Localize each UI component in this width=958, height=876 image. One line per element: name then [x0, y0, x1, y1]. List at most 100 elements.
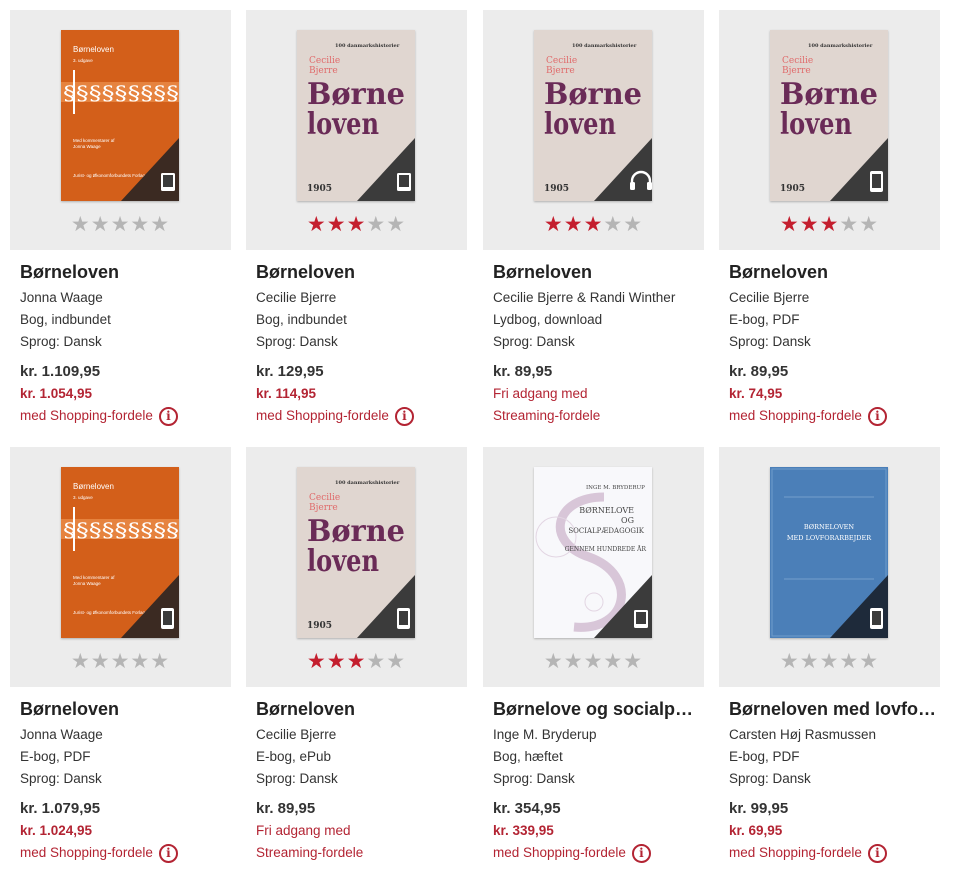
- member-price: kr. 339,95: [493, 823, 554, 838]
- product-title[interactable]: Børneloven: [729, 260, 940, 284]
- star-icon: ★: [799, 213, 820, 236]
- book-cover[interactable]: 100 danmarkshistorier Cecilie Bjerre Bør…: [297, 30, 415, 201]
- info-icon[interactable]: i: [158, 406, 178, 426]
- star-icon: ★: [603, 650, 624, 673]
- svg-text:GENNEM HUNDREDE ÅR: GENNEM HUNDREDE ÅR: [565, 545, 647, 553]
- benefit-text: med Shopping-fordele: [493, 845, 626, 860]
- product-info: Børneloven med lovfo… Carsten Høj Rasmus…: [729, 697, 940, 864]
- rating-stars: ★★★★★: [483, 213, 704, 237]
- book-icon: [397, 173, 411, 191]
- book-icon: [161, 173, 175, 191]
- book-cover[interactable]: 100 danmarkshistorier Cecilie Bjerre Bør…: [770, 30, 888, 201]
- star-icon: ★: [819, 213, 840, 236]
- product-price: kr. 354,95: [493, 800, 561, 817]
- product-author[interactable]: Jonna Waage: [20, 724, 231, 746]
- shopping-benefit-link[interactable]: med Shopping-fordele i: [729, 842, 940, 864]
- product-image-area[interactable]: INGE M. BRYDERUP BØRNELOVE OG SOCIALPÆDA…: [483, 447, 704, 687]
- shopping-benefit-link[interactable]: med Shopping-fordele i: [20, 405, 231, 427]
- product-image-area[interactable]: BØRNELOVEN MED LOVFORARBEJDER ★★★★★: [719, 447, 940, 687]
- product-image-area[interactable]: Børneloven 3. udgave §§§§§§§§§ Med komme…: [10, 447, 231, 687]
- benefit-text: med Shopping-fordele: [20, 845, 153, 860]
- svg-text:Bjerre: Bjerre: [309, 503, 338, 513]
- svg-text:Med kommentarer af: Med kommentarer af: [73, 138, 115, 143]
- info-icon[interactable]: i: [394, 406, 414, 426]
- svg-text:loven: loven: [307, 107, 379, 142]
- product-language: Sprog: Dansk: [20, 334, 102, 349]
- product-author[interactable]: Cecilie Bjerre: [729, 287, 940, 309]
- product-card[interactable]: 100 danmarkshistorier Cecilie Bjerre Bør…: [719, 10, 940, 440]
- star-icon: ★: [859, 213, 880, 236]
- shopping-benefit-link[interactable]: med Shopping-fordele i: [20, 842, 231, 864]
- star-icon: ★: [366, 650, 387, 673]
- streaming-benefit-link[interactable]: Streaming-fordele: [493, 405, 704, 427]
- rating-stars: ★★★★★: [10, 213, 231, 237]
- shopping-benefit-link[interactable]: med Shopping-fordele i: [256, 405, 467, 427]
- svg-text:SOCIALPÆDAGOGIK: SOCIALPÆDAGOGIK: [568, 527, 644, 535]
- product-author[interactable]: Cecilie Bjerre: [256, 287, 467, 309]
- product-card[interactable]: Børneloven 3. udgave §§§§§§§§§ Med komme…: [10, 447, 231, 876]
- star-icon: ★: [819, 650, 840, 673]
- product-card[interactable]: INGE M. BRYDERUP BØRNELOVE OG SOCIALPÆDA…: [483, 447, 704, 876]
- product-title[interactable]: Børneloven: [256, 260, 467, 284]
- product-image-area[interactable]: 100 danmarkshistorier Cecilie Bjerre Bør…: [246, 10, 467, 250]
- shopping-benefit-link[interactable]: med Shopping-fordele i: [729, 405, 940, 427]
- star-icon: ★: [839, 213, 860, 236]
- product-image-area[interactable]: Børneloven 3. udgave §§§§§§§§§ Med komme…: [10, 10, 231, 250]
- product-image-area[interactable]: 100 danmarkshistorier Cecilie Bjerre Bør…: [246, 447, 467, 687]
- info-icon[interactable]: i: [631, 843, 651, 863]
- star-icon: ★: [346, 213, 367, 236]
- product-info: Børnelove og socialp… Inge M. Bryderup B…: [493, 697, 704, 864]
- book-cover[interactable]: Børneloven 3. udgave §§§§§§§§§ Med komme…: [61, 30, 179, 201]
- info-icon[interactable]: i: [158, 843, 178, 863]
- product-author[interactable]: Jonna Waage: [20, 287, 231, 309]
- svg-text:Jonna Waage: Jonna Waage: [73, 581, 101, 586]
- book-cover[interactable]: 100 danmarkshistorier Cecilie Bjerre Bør…: [534, 30, 652, 201]
- star-icon: ★: [623, 213, 644, 236]
- product-info: Børneloven Jonna Waage Bog, indbundet Sp…: [20, 260, 231, 427]
- product-author[interactable]: Inge M. Bryderup: [493, 724, 704, 746]
- product-card[interactable]: 100 danmarkshistorier Cecilie Bjerre Bør…: [246, 10, 467, 440]
- benefit-text: med Shopping-fordele: [729, 408, 862, 423]
- product-format: Bog, hæftet: [493, 749, 563, 764]
- product-title[interactable]: Børneloven: [20, 697, 231, 721]
- svg-text:Jurist- og Økonomforbundets Fo: Jurist- og Økonomforbundets Forlag: [73, 610, 146, 615]
- product-card[interactable]: Børneloven 3. udgave §§§§§§§§§ Med komme…: [10, 10, 231, 440]
- product-image-area[interactable]: 100 danmarkshistorier Cecilie Bjerre Bør…: [483, 10, 704, 250]
- product-author[interactable]: Carsten Høj Rasmussen: [729, 724, 940, 746]
- product-card[interactable]: BØRNELOVEN MED LOVFORARBEJDER ★★★★★ Børn…: [719, 447, 940, 876]
- star-icon: ★: [543, 650, 564, 673]
- book-cover[interactable]: Børneloven 3. udgave §§§§§§§§§ Med komme…: [61, 467, 179, 638]
- svg-text:Cecilie: Cecilie: [546, 56, 577, 66]
- svg-text:Bjerre: Bjerre: [546, 66, 575, 76]
- svg-text:BØRNELOVE: BØRNELOVE: [579, 506, 634, 515]
- star-icon: ★: [326, 213, 347, 236]
- product-price: kr. 89,95: [493, 363, 553, 380]
- star-icon: ★: [386, 213, 407, 236]
- star-icon: ★: [583, 213, 604, 236]
- shopping-benefit-link[interactable]: med Shopping-fordele i: [493, 842, 704, 864]
- product-author[interactable]: Cecilie Bjerre: [256, 724, 467, 746]
- product-title[interactable]: Børneloven: [256, 697, 467, 721]
- book-cover[interactable]: 100 danmarkshistorier Cecilie Bjerre Bør…: [297, 467, 415, 638]
- info-icon[interactable]: i: [867, 843, 887, 863]
- member-price: kr. 1.024,95: [20, 823, 93, 838]
- svg-text:BØRNELOVEN: BØRNELOVEN: [804, 523, 855, 531]
- product-image-area[interactable]: 100 danmarkshistorier Cecilie Bjerre Bør…: [719, 10, 940, 250]
- product-card[interactable]: 100 danmarkshistorier Cecilie Bjerre Bør…: [483, 10, 704, 440]
- member-price: kr. 1.054,95: [20, 386, 93, 401]
- book-cover[interactable]: BØRNELOVEN MED LOVFORARBEJDER: [770, 467, 888, 638]
- product-card[interactable]: 100 danmarkshistorier Cecilie Bjerre Bør…: [246, 447, 467, 876]
- product-title[interactable]: Børnelove og socialp…: [493, 697, 704, 721]
- svg-text:Bjerre: Bjerre: [782, 66, 811, 76]
- product-title[interactable]: Børneloven: [493, 260, 704, 284]
- product-info: Børneloven Cecilie Bjerre & Randi Winthe…: [493, 260, 704, 427]
- streaming-benefit-link[interactable]: Streaming-fordele: [256, 842, 467, 864]
- rating-stars: ★★★★★: [719, 650, 940, 674]
- svg-text:1905: 1905: [307, 621, 332, 631]
- product-title[interactable]: Børneloven med lovfo…: [729, 697, 940, 721]
- benefit-text: Streaming-fordele: [493, 408, 601, 423]
- product-title[interactable]: Børneloven: [20, 260, 231, 284]
- book-cover[interactable]: INGE M. BRYDERUP BØRNELOVE OG SOCIALPÆDA…: [534, 467, 652, 638]
- product-author[interactable]: Cecilie Bjerre & Randi Winther: [493, 287, 704, 309]
- info-icon[interactable]: i: [867, 406, 887, 426]
